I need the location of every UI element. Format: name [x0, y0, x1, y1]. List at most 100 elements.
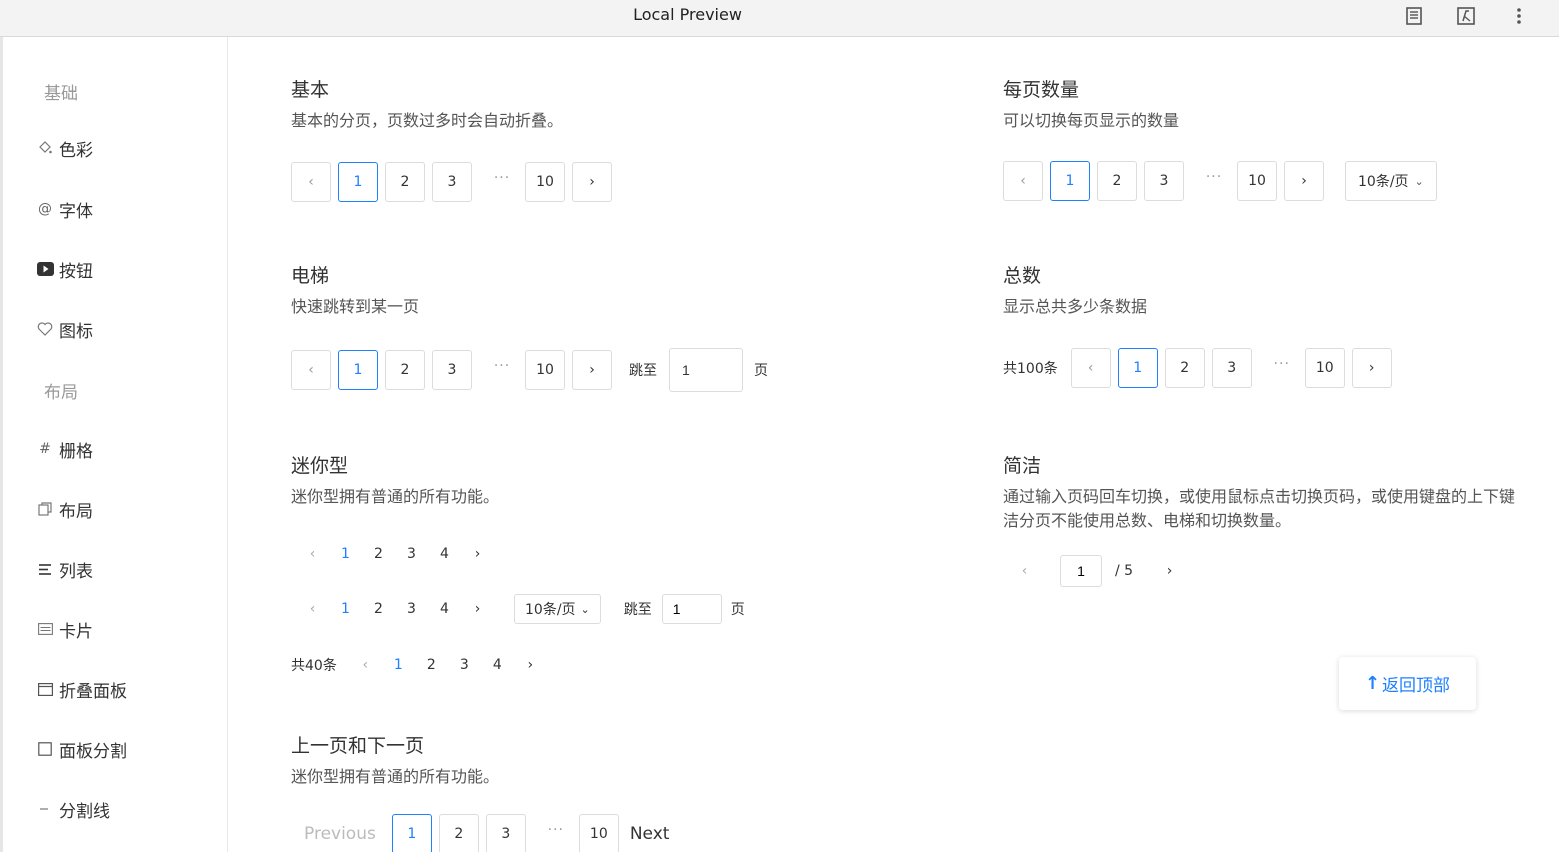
page-1-button[interactable]: 1 [382, 657, 415, 673]
paint-bucket-icon [36, 139, 54, 157]
sidebar-item-color[interactable]: 色彩 [36, 135, 93, 161]
prev-page-button[interactable]: ‹ [296, 601, 329, 617]
at-sign-icon: @ [38, 201, 52, 217]
page-2-button[interactable]: 2 [385, 162, 425, 202]
page-1-button[interactable]: 1 [391, 814, 432, 852]
ellipsis-more[interactable]: ··· [1259, 348, 1305, 388]
page-3-button[interactable]: 3 [395, 546, 428, 562]
sidebar-group-basic: 基础 [44, 84, 78, 104]
sidebar-scroll-edge [0, 37, 3, 852]
prev-page-button[interactable]: ‹ [349, 657, 382, 673]
list-icon [36, 560, 54, 578]
next-page-button[interactable]: › [461, 601, 494, 617]
page-1-button[interactable]: 1 [1117, 348, 1158, 388]
ellipsis-more[interactable]: ··· [533, 814, 579, 852]
page-3-button[interactable]: 3 [448, 657, 481, 673]
hash-icon: # [39, 441, 51, 457]
more-vertical-icon[interactable] [1508, 5, 1530, 27]
page-3-button[interactable]: 3 [1211, 348, 1252, 388]
main-content: 基本 基本的分页，页数过多时会自动折叠。 ‹ 1 2 3 ··· 10 › 每页… [228, 37, 1559, 852]
sidebar-item-collapse[interactable]: 折叠面板 [36, 676, 127, 702]
section-title: 迷你型 [291, 455, 349, 477]
sidebar-item-label: 面板分割 [59, 741, 127, 762]
page-3-button[interactable]: 3 [395, 601, 428, 617]
pagination-simple: ‹ / 5 › [1008, 555, 1186, 587]
page-10-button[interactable]: 10 [578, 814, 619, 852]
sidebar-item-split[interactable]: 面板分割 [36, 736, 127, 762]
next-page-button[interactable]: › [514, 657, 547, 673]
jump-page-input[interactable] [669, 348, 743, 392]
arrow-up-icon: ↑ [1364, 673, 1381, 694]
section-prev-next: 上一页和下一页 迷你型拥有普通的所有功能。 [291, 733, 499, 789]
section-desc: 基本的分页，页数过多时会自动折叠。 [291, 111, 564, 130]
prev-page-button[interactable]: ‹ [291, 350, 331, 390]
page-1-button[interactable]: 1 [329, 601, 362, 617]
pagination-mini: ‹ 1 2 3 4 › [296, 546, 494, 562]
sidebar-item-layout[interactable]: 布局 [36, 496, 93, 522]
page-2-button[interactable]: 2 [1097, 161, 1137, 201]
next-page-button[interactable]: › [572, 350, 612, 390]
page-3-button[interactable]: 3 [1144, 161, 1184, 201]
section-desc-line1: 通过输入页码回车切换，或使用鼠标点击切换页码，或使用键盘的上下键 [1003, 487, 1516, 506]
formula-icon[interactable] [1455, 5, 1477, 27]
prev-page-button[interactable]: ‹ [1008, 563, 1041, 579]
page-1-button[interactable]: 1 [1050, 161, 1090, 201]
page-10-button[interactable]: 10 [525, 350, 565, 390]
reader-icon[interactable] [1403, 5, 1425, 27]
prev-page-button[interactable]: ‹ [296, 546, 329, 562]
next-page-button[interactable]: › [572, 162, 612, 202]
page-3-button[interactable]: 3 [485, 814, 526, 852]
page-4-button[interactable]: 4 [428, 546, 461, 562]
sidebar-item-label: 布局 [59, 501, 93, 522]
page-2-button[interactable]: 2 [415, 657, 448, 673]
page-4-button[interactable]: 4 [481, 657, 514, 673]
previous-button[interactable]: Previous [304, 824, 376, 844]
next-button[interactable]: Next [630, 824, 670, 844]
next-page-button[interactable]: › [461, 546, 494, 562]
page-size-select[interactable]: 10条/页 ⌄ [1345, 161, 1437, 201]
back-to-top-button[interactable]: ↑ 返回顶部 [1339, 657, 1476, 710]
sidebar-item-card[interactable]: 卡片 [36, 616, 93, 642]
total-count: 共40条 [291, 658, 337, 674]
next-page-button[interactable]: › [1284, 161, 1324, 201]
ellipsis-more[interactable]: ··· [479, 350, 525, 390]
page-4-button[interactable]: 4 [428, 601, 461, 617]
sidebar-item-icon[interactable]: 图标 [36, 316, 93, 342]
page-10-button[interactable]: 10 [525, 162, 565, 202]
ellipsis-more[interactable]: ··· [1191, 161, 1237, 201]
sidebar-item-label: 折叠面板 [59, 681, 127, 702]
page-size-select[interactable]: 10条/页 ⌄ [514, 594, 601, 624]
page-1-button[interactable]: 1 [329, 546, 362, 562]
jump-page-input[interactable] [661, 594, 722, 624]
page-2-button[interactable]: 2 [438, 814, 479, 852]
page-3-button[interactable]: 3 [432, 350, 472, 390]
page-3-button[interactable]: 3 [432, 162, 472, 202]
sidebar-item-grid[interactable]: # 栅格 [36, 436, 93, 462]
page-label: 页 [730, 602, 745, 618]
next-page-button[interactable]: › [1351, 348, 1392, 388]
sidebar: 基础 色彩 @ 字体 按钮 图标 布局 # 栅格 布局 列表 卡片 折叠面板 面… [0, 37, 228, 852]
pagination-total: 共100条 ‹ 1 2 3 ··· 10 › [1003, 348, 1399, 388]
page-10-button[interactable]: 10 [1237, 161, 1277, 201]
back-to-top-label: 返回顶部 [1382, 676, 1451, 696]
jump-label: 跳至 [629, 363, 657, 379]
sidebar-item-label: 分割线 [59, 801, 110, 822]
page-1-button[interactable]: 1 [338, 350, 378, 390]
page-2-button[interactable]: 2 [362, 546, 395, 562]
page-2-button[interactable]: 2 [1164, 348, 1205, 388]
prev-page-button[interactable]: ‹ [1003, 161, 1043, 201]
sidebar-item-list[interactable]: 列表 [36, 556, 93, 582]
prev-page-button[interactable]: ‹ [1070, 348, 1111, 388]
sidebar-item-divider[interactable]: 分割线 [36, 796, 110, 822]
page-1-button[interactable]: 1 [338, 162, 378, 202]
ellipsis-more[interactable]: ··· [479, 162, 525, 202]
page-10-button[interactable]: 10 [1304, 348, 1345, 388]
simple-page-input[interactable] [1060, 555, 1102, 587]
sidebar-item-label: 图标 [59, 321, 93, 342]
next-page-button[interactable]: › [1153, 563, 1186, 579]
page-2-button[interactable]: 2 [385, 350, 425, 390]
prev-page-button[interactable]: ‹ [291, 162, 331, 202]
sidebar-item-font[interactable]: @ 字体 [36, 196, 93, 222]
page-2-button[interactable]: 2 [362, 601, 395, 617]
sidebar-item-button[interactable]: 按钮 [36, 256, 93, 282]
